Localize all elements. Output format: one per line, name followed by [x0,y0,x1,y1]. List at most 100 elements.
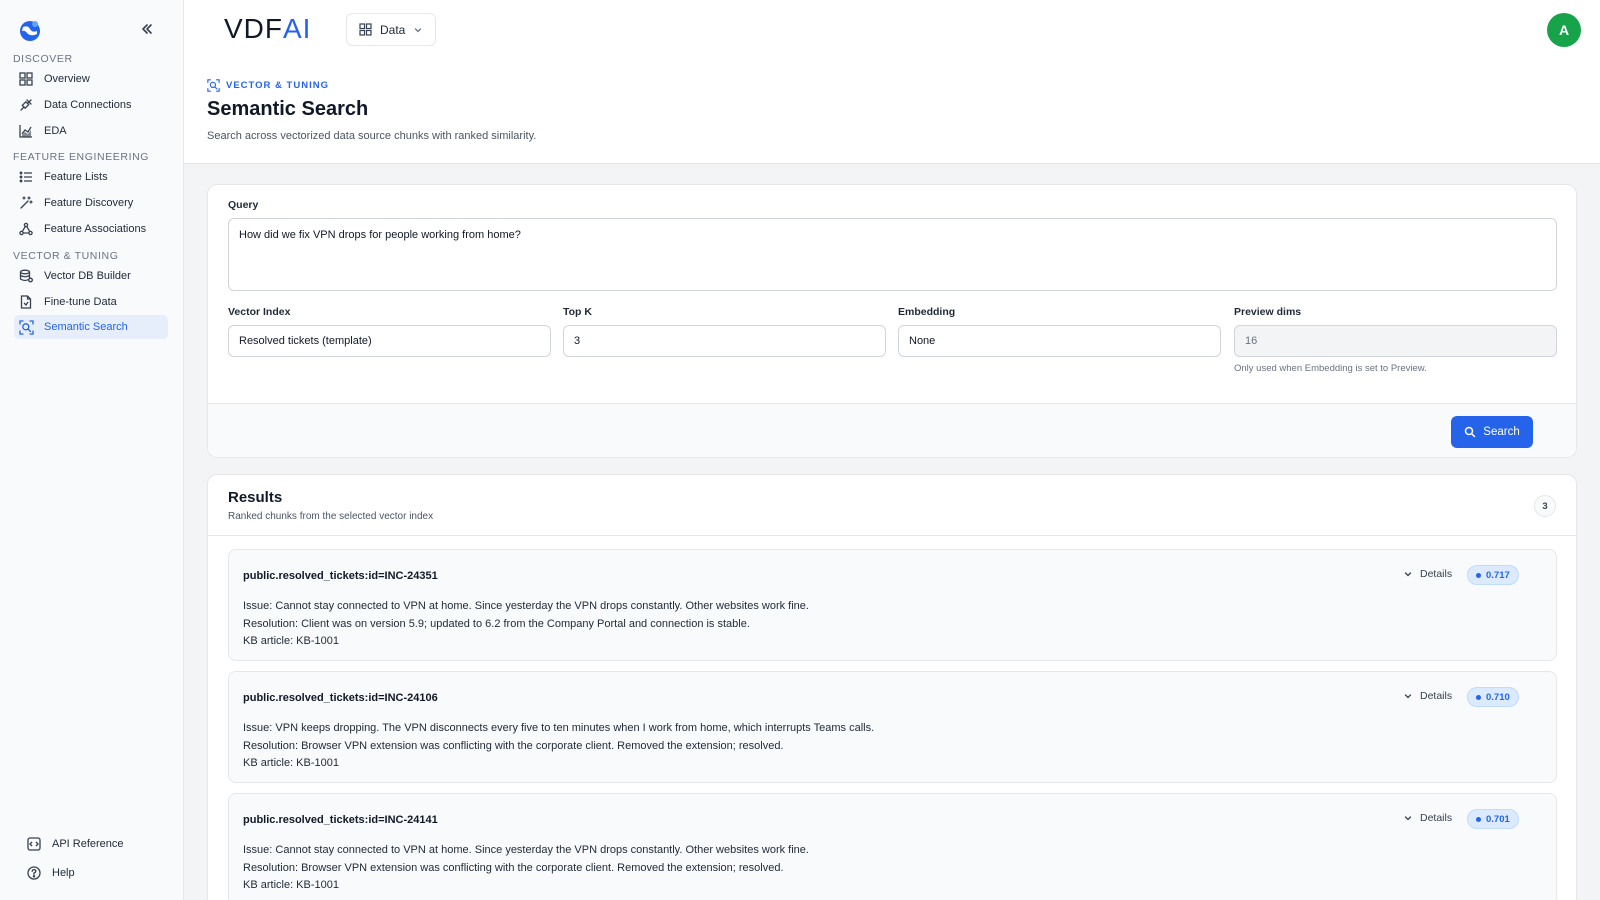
embedding-select[interactable]: None [898,325,1221,357]
query-card: Query How did we fix VPN drops for peopl… [207,184,1577,458]
results-count-badge: 3 [1534,495,1556,517]
brand-main: VDF [224,13,283,44]
top-k-input[interactable]: 3 [563,325,886,357]
sidebar-item-data-connections[interactable]: Data Connections [14,93,168,117]
search-button-label: Search [1483,426,1520,438]
sidebar-item-feature-lists[interactable]: Feature Lists [14,165,168,189]
breadcrumb-label: VECTOR & TUNING [226,80,329,91]
preview-dims-hint: Only used when Embedding is set to Previ… [1234,363,1427,374]
section-label-vector-tuning: VECTOR & TUNING [13,250,119,262]
result-id: public.resolved_tickets:id=INC-24351 [243,570,438,582]
result-content: Issue: VPN keeps dropping. The VPN disco… [243,720,874,773]
divider [208,535,1576,536]
sidebar-item-semantic-search[interactable]: Semantic Search [14,315,168,339]
bottom-item-label: API Reference [52,838,124,850]
help-icon [26,865,42,881]
result-issue: Issue: VPN keeps dropping. The VPN disco… [243,722,875,734]
brand-accent: AI [283,13,312,44]
result-item: public.resolved_tickets:id=INC-24141 Det… [228,793,1557,900]
sidebar-item-label: Feature Associations [44,223,147,235]
section-label-discover: DISCOVER [13,53,73,65]
sidebar-item-label: Data Connections [44,99,132,111]
list-icon [18,169,34,185]
result-content: Issue: Cannot stay connected to VPN at h… [243,598,809,651]
similarity-score-badge: 0.701 [1467,809,1519,829]
vector-index-select[interactable]: Resolved tickets (template) [228,325,551,357]
sidebar-item-label: Feature Discovery [44,197,134,209]
chevron-down-icon [1404,816,1412,821]
details-label: Details [1420,568,1453,580]
grid-icon [359,23,372,36]
details-label: Details [1420,812,1453,824]
result-item: public.resolved_tickets:id=INC-24106 Det… [228,671,1557,783]
chevron-down-icon [1404,694,1412,699]
details-toggle[interactable]: Details [1403,690,1452,702]
sidebar-item-label: EDA [44,125,67,137]
workspace-select-value: Data [380,22,406,37]
result-kb: KB article: KB-1001 [243,757,339,769]
result-id: public.resolved_tickets:id=INC-24106 [243,692,438,704]
preview-dims-label: Preview dims [1234,306,1302,318]
details-label: Details [1420,690,1453,702]
sidebar-item-fine-tune-data[interactable]: Fine-tune Data [14,290,168,314]
result-kb: KB article: KB-1001 [243,635,339,647]
results-card: Results Ranked chunks from the selected … [207,474,1577,900]
sidebar-item-eda[interactable]: EDA [14,119,168,143]
query-input[interactable]: How did we fix VPN drops for people work… [228,218,1557,291]
query-card-footer: Search [208,403,1576,457]
bottom-item-label: Help [52,867,75,879]
page-header: VDF AI Data A VECTOR & TUNING Semantic Se… [184,0,1600,164]
sidebar-item-label: Overview [44,73,90,85]
sidebar-item-help[interactable]: Help [26,865,75,881]
dot-icon [1476,816,1481,822]
result-issue: Issue: Cannot stay connected to VPN at h… [243,844,809,856]
similarity-score-badge: 0.710 [1467,687,1519,707]
sidebar-item-label: Feature Lists [44,171,108,183]
breadcrumb: VECTOR & TUNING [207,79,329,92]
search-scan-icon [18,319,34,335]
magic-wand-icon [18,195,34,211]
vector-index-label: Vector Index [228,306,291,318]
page-subtitle: Search across vectorized data source chu… [207,130,537,142]
chart-icon [18,123,34,139]
sidebar-item-vector-db-builder[interactable]: Vector DB Builder [14,264,168,288]
page-title: Semantic Search [207,98,369,120]
result-issue: Issue: Cannot stay connected to VPN at h… [243,600,809,612]
plug-icon [18,97,34,113]
result-resolution: Resolution: Browser VPN extension was co… [243,739,784,752]
result-item: public.resolved_tickets:id=INC-24351 Det… [228,549,1557,661]
details-toggle[interactable]: Details [1403,568,1452,580]
grid-icon [18,71,34,87]
embedding-label: Embedding [898,306,956,318]
search-button[interactable]: Search [1451,416,1533,448]
sidebar-item-overview[interactable]: Overview [14,67,168,91]
top-k-label: Top K [563,306,592,318]
details-toggle[interactable]: Details [1403,812,1452,824]
query-label: Query [228,199,259,211]
preview-dims-input: 16 [1234,325,1557,357]
collapse-sidebar-icon[interactable] [138,20,156,38]
section-label-feature-engineering: FEATURE ENGINEERING [13,151,150,163]
sidebar-item-label: Vector DB Builder [44,270,131,282]
code-icon [26,836,42,852]
avatar[interactable]: A [1547,13,1581,47]
similarity-score: 0.710 [1486,691,1510,703]
results-subtitle: Ranked chunks from the selected vector i… [228,511,434,522]
database-icon [18,268,34,284]
result-content: Issue: Cannot stay connected to VPN at h… [243,842,809,895]
dot-icon [1476,694,1481,700]
logo-icon[interactable] [18,18,42,42]
search-scan-icon [207,79,220,92]
result-resolution: Resolution: Browser VPN extension was co… [243,861,784,874]
similarity-score: 0.717 [1486,569,1510,581]
results-title: Results [228,489,283,506]
dot-icon [1476,572,1481,578]
sidebar-item-api-reference[interactable]: API Reference [26,836,124,852]
sidebar-item-feature-associations[interactable]: Feature Associations [14,217,168,241]
sidebar-item-feature-discovery[interactable]: Feature Discovery [14,191,168,215]
brand-logo[interactable]: VDF AI [224,13,312,44]
similarity-score-badge: 0.717 [1467,565,1519,585]
file-icon [18,294,34,310]
workspace-select[interactable]: Data [346,13,436,46]
result-kb: KB article: KB-1001 [243,879,339,891]
